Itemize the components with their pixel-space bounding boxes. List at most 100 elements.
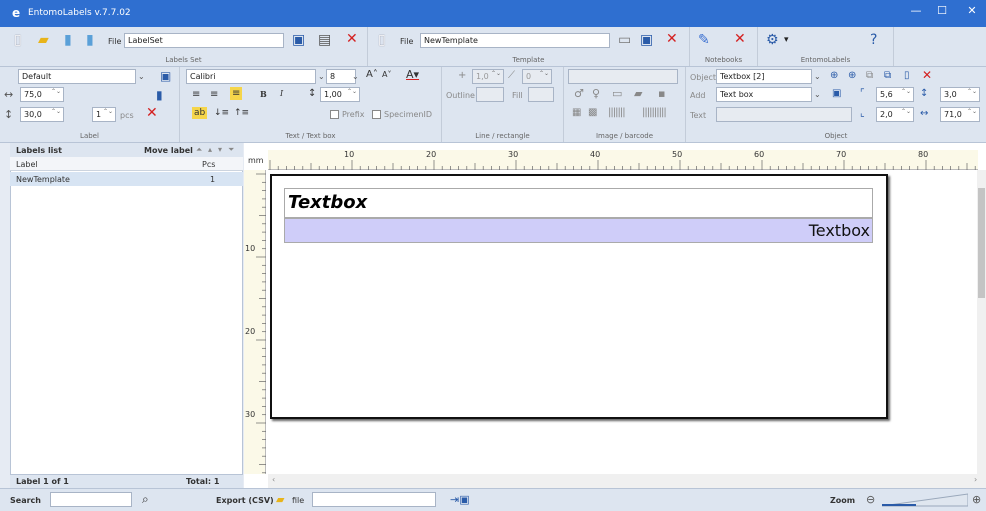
specimenid-checkbox[interactable] [372,110,381,119]
vertical-scroll-thumb[interactable] [978,188,985,298]
duplicate-object-icon[interactable]: ⧉ [866,70,873,81]
label-width-input[interactable]: 75,0 [20,87,64,102]
new-file-icon[interactable]: ▯ [14,32,22,48]
line-spacing-input[interactable]: 1,00 [320,87,360,102]
bold-icon[interactable]: B [260,89,267,99]
notebook-icon[interactable]: ✎ [698,32,710,48]
prefix-label: Prefix [342,110,365,119]
line-angle-input[interactable]: 0 [522,69,552,84]
object-value-1-input[interactable]: 5,6 [876,87,914,102]
textbox-2-selected[interactable]: Textbox [284,218,873,243]
close-window-button[interactable]: ✕ [962,4,982,17]
font-select[interactable]: Calibri [186,69,316,84]
labels-list-panel [10,143,243,488]
move-down-icon[interactable]: ▾ [218,145,222,154]
barcode-long-icon[interactable]: |||||||||| [642,107,667,118]
column-pcs[interactable]: Pcs [202,160,215,169]
move-up-icon[interactable]: ▴ [208,145,212,154]
copy-label-icon[interactable]: ▮ [156,87,163,103]
shrink-font-icon[interactable]: A˅ [382,70,391,79]
font-color-icon[interactable]: A▾ [406,68,419,81]
align-center-icon[interactable]: ≡ [210,89,218,100]
column-label[interactable]: Label [16,160,38,169]
scroll-right-icon[interactable]: › [974,475,977,484]
align-left-icon[interactable]: ≡ [192,89,200,100]
add-label-icon[interactable]: ▣ [160,68,171,84]
new-template-icon[interactable]: ▯ [378,32,386,48]
labels-set-file-input[interactable]: LabelSet [124,33,284,48]
minimize-button[interactable]: — [906,4,926,17]
image-icon[interactable]: ▭ [612,87,622,100]
wrap-text-icon[interactable]: ab [192,107,208,119]
label-height-input[interactable]: 30,0 [20,107,64,122]
table-row[interactable]: NewTemplate 1 [10,172,243,186]
align-right-icon[interactable]: ≡ [230,87,243,100]
zoom-slider[interactable] [882,493,968,507]
label-preset-select[interactable]: Default [18,69,136,84]
textbox-1[interactable]: Textbox [284,188,873,218]
search-icon[interactable]: ⌕ [142,492,149,507]
paste-object-icon[interactable]: ▯ [904,70,910,81]
delete-label-icon[interactable]: ✕ [146,105,158,121]
export-save-icon[interactable]: ⇥▣ [450,493,470,506]
line-width-input[interactable]: 1,0 [472,69,504,84]
maximize-button[interactable]: ☐ [932,4,952,17]
horizontal-scrollbar[interactable]: ‹ › [268,474,986,488]
print-icon[interactable]: ▤ [318,32,331,48]
object-value-4-input[interactable]: 71,0 [940,107,980,122]
template-file-input[interactable]: NewTemplate [420,33,610,48]
zoom-out-icon[interactable]: ⊖ [866,493,875,506]
prefix-checkbox[interactable] [330,110,339,119]
object-value-3-input[interactable]: 2,0 [876,107,914,122]
import-file-icon[interactable]: ▮ [86,32,94,48]
export-file-input[interactable] [312,492,436,507]
object-select[interactable]: Textbox [2] [716,69,812,84]
delete-object-icon[interactable]: ✕ [922,68,932,82]
zoom-in-icon[interactable]: ⊕ [972,493,981,506]
delete-template-icon[interactable]: ✕ [666,31,678,47]
datamatrix-icon[interactable]: ▩ [588,107,597,118]
delete-notebook-icon[interactable]: ✕ [734,31,746,47]
chevron-down-icon: ⌄ [352,72,359,81]
picture-icon[interactable]: ▪ [658,87,665,100]
notebooks-group: ✎ ✕ Notebooks [690,27,758,66]
export-folder-icon[interactable]: ▰ [276,493,284,506]
qr-code-icon[interactable]: ▦ [572,107,581,118]
delete-labels-set-icon[interactable]: ✕ [346,31,358,47]
edit-template-icon[interactable]: ▭ [618,32,631,48]
barcode-icon[interactable]: ||||||| [608,107,626,118]
ruler-tick-label: 20 [245,327,256,336]
object-value-2-input[interactable]: 3,0 [940,87,980,102]
save-template-icon[interactable]: ▣ [640,32,653,48]
scroll-left-icon[interactable]: ‹ [272,475,275,484]
add-object-select[interactable]: Text box [716,87,812,102]
italic-icon[interactable]: I [280,89,283,98]
female-symbol-icon[interactable]: ♀ [592,87,600,100]
label-pcs-input[interactable]: 1 [92,107,116,122]
vertical-scrollbar[interactable] [977,170,986,474]
settings-gear-icon[interactable]: ⚙ [766,32,779,48]
chevron-down-icon[interactable]: ▾ [784,32,789,48]
grow-font-icon[interactable]: A˄ [366,69,378,80]
object-forward-icon[interactable]: ⊕ [830,70,838,81]
save-labels-set-icon[interactable]: ▣ [292,32,305,48]
move-top-icon[interactable]: ⏶ [196,145,202,155]
male-symbol-icon[interactable]: ♂ [574,87,584,100]
ruler-unit: mm [248,156,264,165]
outline-select[interactable] [476,87,504,102]
image-path-input[interactable] [568,69,678,84]
add-object-icon[interactable]: ▣ [832,88,841,99]
object-text-input[interactable] [716,107,852,122]
image-caption: Image / barcode [595,132,654,140]
move-bottom-icon[interactable]: ⏷ [228,145,234,155]
open-file-icon[interactable]: ▮ [64,32,72,48]
sort-down-icon[interactable]: ↓≡ [214,108,229,118]
open-folder-icon[interactable]: ▰ [38,32,49,48]
fill-select[interactable] [528,87,554,102]
copy-object-icon[interactable]: ⧉ [884,70,891,81]
sort-up-icon[interactable]: ↑≡ [234,108,249,118]
help-icon[interactable]: ? [870,32,877,48]
object-back-icon[interactable]: ⊕ [848,70,856,81]
folder-icon[interactable]: ▰ [634,87,642,100]
search-input[interactable] [50,492,132,507]
